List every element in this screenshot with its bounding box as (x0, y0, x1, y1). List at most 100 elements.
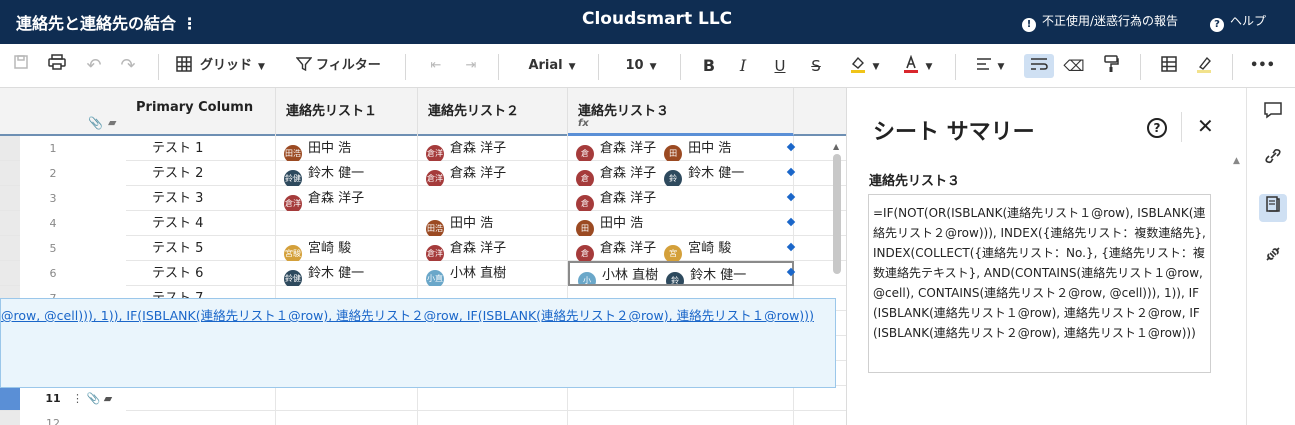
row-number[interactable]: 6 (20, 261, 126, 286)
cell-contact-l1[interactable] (276, 386, 418, 411)
row-number[interactable]: 2 (20, 161, 126, 186)
underline-button[interactable]: U (770, 54, 790, 78)
align-dropdown[interactable]: ▼ (970, 54, 1010, 78)
scroll-up-icon[interactable]: ▲ (833, 142, 839, 151)
table-row[interactable]: 5 テスト 5 宮駿 宮崎 駿 倉洋 倉森 洋子 倉倉森 洋子宮宮崎 駿 (0, 236, 846, 261)
cell-contact-l2[interactable] (418, 186, 568, 211)
cell-contact-l1[interactable]: 田浩 田中 浩 (276, 136, 418, 161)
cell-contact-l1[interactable]: 倉洋 倉森 洋子 (276, 186, 418, 211)
contact-chip[interactable]: 倉倉森 洋子 (576, 191, 656, 211)
format-painter-icon[interactable] (1100, 54, 1122, 78)
contact-chip[interactable]: 倉洋 倉森 洋子 (426, 241, 506, 261)
column-header-primary[interactable]: Primary Column (126, 88, 276, 136)
contact-chip[interactable]: 小直 小林 直樹 (426, 266, 506, 286)
cell-primary[interactable]: テスト 4 (126, 211, 276, 236)
row-number[interactable]: 1 (20, 136, 126, 161)
cell-primary[interactable]: テスト 6 (126, 261, 276, 286)
table-row[interactable]: 2 テスト 2 鈴健 鈴木 健一 倉洋 倉森 洋子倉倉森 洋子鈴鈴木 健一 (0, 161, 846, 186)
row-actions-icon[interactable]: ⋮ 📎 ▰ (72, 386, 112, 411)
wrap-text-button[interactable] (1024, 54, 1054, 78)
contact-chip[interactable]: 田田中 浩 (576, 216, 643, 236)
table-row[interactable]: 3 テスト 3 倉洋 倉森 洋子 倉倉森 洋子 (0, 186, 846, 211)
row-number[interactable]: 12 (20, 411, 126, 425)
cell-contact-l1[interactable]: 宮駿 宮崎 駿 (276, 236, 418, 261)
column-header-list-3[interactable]: 連絡先リスト３ fx (568, 88, 794, 136)
table-icon[interactable] (1158, 54, 1180, 78)
cell-contact-l1[interactable] (276, 211, 418, 236)
contact-chip[interactable]: 倉洋 倉森 洋子 (284, 191, 364, 211)
text-color-dropdown[interactable]: ▼ (896, 54, 938, 78)
report-abuse-link[interactable]: ! 不正使用/迷惑行為の報告 (1022, 12, 1178, 32)
redo-icon[interactable]: ↷ (117, 54, 139, 78)
save-icon[interactable] (10, 54, 32, 78)
contact-chip[interactable]: 鈴健 鈴木 健一 (284, 166, 364, 186)
cell-primary[interactable]: テスト 2 (126, 161, 276, 186)
sheet-title[interactable]: 連絡先と連絡先の結合 ⋮ (16, 10, 198, 34)
cell-contact-l3[interactable] (568, 386, 794, 411)
contact-chip[interactable]: 鈴健 鈴木 健一 (284, 266, 364, 286)
column-header-list-1[interactable]: 連絡先リスト１ (276, 88, 418, 136)
cell-contact-l2[interactable] (418, 411, 568, 425)
font-family-dropdown[interactable]: Arial ▼ (524, 54, 580, 78)
eraser-icon[interactable]: ⌫ (1062, 54, 1086, 78)
row-number[interactable]: 4 (20, 211, 126, 236)
contact-chip[interactable]: 鈴鈴木 健一 (666, 268, 746, 284)
contact-chip[interactable]: 宮宮崎 駿 (664, 241, 731, 261)
contact-chip[interactable]: 田浩 田中 浩 (426, 216, 493, 236)
indent-icon[interactable]: ⇥ (461, 54, 481, 78)
view-grid-dropdown[interactable]: グリッド ▼ (176, 54, 278, 78)
cell-primary[interactable]: テスト 5 (126, 236, 276, 261)
contact-chip[interactable]: 倉倉森 洋子 (576, 141, 656, 161)
sheet-summary-icon[interactable] (1259, 194, 1287, 222)
outdent-icon[interactable]: ⇤ (426, 54, 446, 78)
more-options-icon[interactable]: ••• (1250, 54, 1275, 78)
contact-chip[interactable]: 田田中 浩 (664, 141, 731, 161)
cell-contact-l3[interactable]: 倉倉森 洋子田田中 浩 (568, 136, 794, 161)
cell-contact-l2[interactable]: 田浩 田中 浩 (418, 211, 568, 236)
italic-button[interactable]: I (733, 54, 753, 78)
contact-chip[interactable]: 倉倉森 洋子 (576, 241, 656, 261)
row-number[interactable]: 5 (20, 236, 126, 261)
cell-contact-l1[interactable]: 鈴健 鈴木 健一 (276, 161, 418, 186)
cell-primary[interactable]: テスト 3 (126, 186, 276, 211)
cell-contact-l1[interactable]: 鈴健 鈴木 健一 (276, 261, 418, 286)
table-row[interactable]: 11 ⋮ 📎 ▰ (0, 386, 846, 411)
cell-contact-l3[interactable]: 倉倉森 洋子 (568, 186, 794, 211)
cell-contact-l2[interactable]: 小直 小林 直樹 (418, 261, 568, 286)
contact-chip[interactable]: 倉洋 倉森 洋子 (426, 141, 506, 161)
table-row[interactable]: 4 テスト 4 田浩 田中 浩 田田中 浩 (0, 211, 846, 236)
comments-icon[interactable] (1259, 100, 1287, 128)
cell-contact-l3[interactable]: 小小林 直樹鈴鈴木 健一 (568, 261, 794, 286)
contact-chip[interactable]: 宮駿 宮崎 駿 (284, 241, 351, 261)
formula-editor-text[interactable]: @row, @cell))), 1)), IF(ISBLANK(連絡先リスト１@… (1, 305, 814, 324)
table-row[interactable]: 6 テスト 6 鈴健 鈴木 健一 小直 小林 直樹 小小林 直樹鈴鈴木 健一 (0, 261, 846, 286)
cell-contact-l3[interactable] (568, 411, 794, 425)
scrollbar-thumb[interactable] (833, 154, 841, 274)
connections-icon[interactable] (1259, 244, 1287, 272)
cell-contact-l2[interactable]: 倉洋 倉森 洋子 (418, 136, 568, 161)
fill-color-dropdown[interactable]: ▼ (843, 54, 885, 78)
column-header-list-2[interactable]: 連絡先リスト２ (418, 88, 568, 136)
close-icon[interactable]: ✕ (1197, 114, 1214, 138)
bold-button[interactable]: B (699, 54, 719, 78)
undo-icon[interactable]: ↶ (83, 54, 105, 78)
strikethrough-button[interactable]: S (806, 54, 826, 78)
contact-chip[interactable]: 田浩 田中 浩 (284, 141, 351, 161)
cell-primary[interactable]: テスト 1 (126, 136, 276, 161)
highlight-icon[interactable] (1193, 54, 1215, 78)
scroll-up-icon[interactable]: ▲ (1233, 156, 1240, 166)
row-number[interactable]: 3 (20, 186, 126, 211)
cell-contact-l2[interactable]: 倉洋 倉森 洋子 (418, 236, 568, 261)
cell-contact-l2[interactable] (418, 386, 568, 411)
cell-contact-l3[interactable]: 田田中 浩 (568, 211, 794, 236)
contact-chip[interactable]: 鈴鈴木 健一 (664, 166, 744, 186)
cell-contact-l3[interactable]: 倉倉森 洋子宮宮崎 駿 (568, 236, 794, 261)
summary-field-formula[interactable]: =IF(NOT(OR(ISBLANK(連絡先リスト１@row), ISBLANK… (868, 194, 1211, 373)
contact-chip[interactable]: 小小林 直樹 (578, 268, 658, 284)
cell-primary[interactable] (126, 386, 276, 411)
sheet-menu-icon[interactable]: ⋮ (182, 14, 198, 33)
contact-chip[interactable]: 倉倉森 洋子 (576, 166, 656, 186)
cell-contact-l2[interactable]: 倉洋 倉森 洋子 (418, 161, 568, 186)
filter-button[interactable]: フィルター (295, 54, 386, 78)
help-icon[interactable]: ? (1147, 118, 1167, 138)
